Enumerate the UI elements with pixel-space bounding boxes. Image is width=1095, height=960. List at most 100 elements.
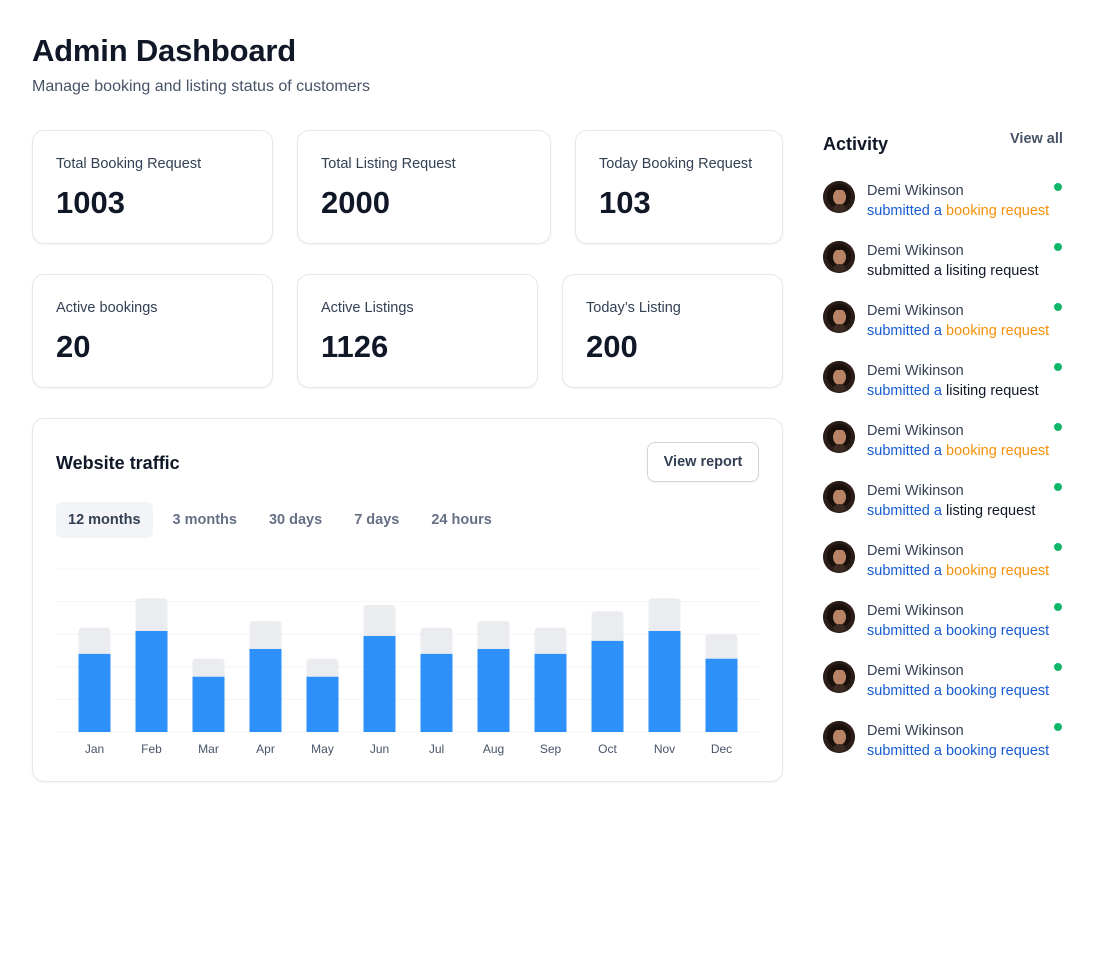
bar-secondary-dec <box>705 634 738 659</box>
bar-secondary-feb <box>135 598 168 631</box>
stat-label: Today Booking Request <box>599 156 753 172</box>
avatar <box>823 301 855 333</box>
activity-text-segment: submitted a booking request <box>867 623 1050 639</box>
activity-user-name: Demi Wikinson <box>867 663 964 679</box>
page-subtitle: Manage booking and listing status of cus… <box>32 78 370 95</box>
x-tick-label: Aug <box>483 742 504 756</box>
avatar <box>823 181 855 213</box>
activity-text-segment: listing request <box>946 503 1036 519</box>
activity-text-segment: submitted a booking request <box>867 683 1050 699</box>
tab-12-months[interactable]: 12 months <box>56 502 153 538</box>
stat-card-active-bookings: Active bookings 20 <box>32 274 273 388</box>
tab-30-days[interactable]: 30 days <box>257 502 334 538</box>
activity-description: submitted a booking request <box>867 443 1049 459</box>
stat-card-todays-listing: Today’s Listing 200 <box>562 274 783 388</box>
x-tick-label: Feb <box>141 742 162 756</box>
online-status-dot <box>1054 363 1062 371</box>
bar-secondary-sep <box>534 627 567 654</box>
activity-item[interactable]: Demi Wikinson submitted a booking request <box>823 601 1073 661</box>
activity-user-name: Demi Wikinson <box>867 543 964 559</box>
activity-item[interactable]: Demi Wikinson submitted a booking request <box>823 541 1073 601</box>
activity-item[interactable]: Demi Wikinson submitted a booking request <box>823 301 1073 361</box>
activity-text-segment: submitted a <box>867 443 946 459</box>
x-tick-label: Sep <box>540 742 562 756</box>
stat-value: 1003 <box>56 185 125 220</box>
x-tick-label: Apr <box>256 742 275 756</box>
stat-label: Total Listing Request <box>321 156 456 172</box>
view-all-link[interactable]: View all <box>1010 131 1063 147</box>
bar-secondary-may <box>306 658 339 677</box>
activity-item[interactable]: Demi Wikinson submitted a booking request <box>823 661 1073 721</box>
activity-user-name: Demi Wikinson <box>867 603 964 619</box>
activity-list: Demi Wikinson submitted a booking request… <box>823 181 1073 781</box>
online-status-dot <box>1054 243 1062 251</box>
activity-text-segment: booking request <box>946 563 1050 579</box>
activity-item[interactable]: Demi Wikinson submitted a lisiting reques… <box>823 241 1073 301</box>
x-tick-label: May <box>311 742 334 756</box>
activity-text-segment: submitted a booking request <box>867 743 1050 759</box>
activity-user-name: Demi Wikinson <box>867 723 964 739</box>
time-range-tabs: 12 months 3 months 30 days 7 days 24 hou… <box>56 502 512 538</box>
activity-user-name: Demi Wikinson <box>867 243 964 259</box>
bar-secondary-nov <box>648 598 681 631</box>
x-tick-label: Jan <box>85 742 104 756</box>
avatar <box>823 661 855 693</box>
stat-card-today-booking-request: Today Booking Request 103 <box>575 130 783 244</box>
online-status-dot <box>1054 423 1062 431</box>
activity-item[interactable]: Demi Wikinson submitted a listing request <box>823 481 1073 541</box>
bar-secondary-jul <box>420 627 453 654</box>
tab-24-hours[interactable]: 24 hours <box>419 502 503 538</box>
activity-text-segment: submitted a <box>867 203 946 219</box>
online-status-dot <box>1054 723 1062 731</box>
x-tick-label: Jun <box>370 742 389 756</box>
bar-primary-apr <box>249 648 282 732</box>
activity-item[interactable]: Demi Wikinson submitted a lisiting reques… <box>823 361 1073 421</box>
view-report-button[interactable]: View report <box>647 442 759 482</box>
online-status-dot <box>1054 483 1062 491</box>
tab-7-days[interactable]: 7 days <box>342 502 411 538</box>
activity-item[interactable]: Demi Wikinson submitted a booking request <box>823 721 1073 781</box>
activity-text-segment: submitted a <box>867 563 946 579</box>
avatar <box>823 421 855 453</box>
activity-user-name: Demi Wikinson <box>867 423 964 439</box>
tab-3-months[interactable]: 3 months <box>161 502 249 538</box>
x-tick-label: Nov <box>654 742 675 756</box>
bar-secondary-mar <box>192 658 225 677</box>
activity-item[interactable]: Demi Wikinson submitted a booking request <box>823 181 1073 241</box>
stat-label: Today’s Listing <box>586 300 681 316</box>
activity-text-segment: submitted a lisiting request <box>867 263 1039 279</box>
bar-primary-sep <box>534 653 567 732</box>
activity-title: Activity <box>823 134 889 154</box>
bar-primary-aug <box>477 648 510 732</box>
online-status-dot <box>1054 603 1062 611</box>
activity-text-segment: booking request <box>946 443 1050 459</box>
traffic-title: Website traffic <box>56 453 180 473</box>
avatar <box>823 601 855 633</box>
bar-primary-nov <box>648 630 681 732</box>
bar-secondary-jun <box>363 604 396 636</box>
stat-card-total-booking-request: Total Booking Request 1003 <box>32 130 273 244</box>
avatar <box>823 481 855 513</box>
stat-value: 2000 <box>321 185 390 220</box>
bar-secondary-aug <box>477 621 510 649</box>
activity-text-segment: submitted a <box>867 383 946 399</box>
page-title: Admin Dashboard <box>32 33 296 68</box>
x-tick-label: Oct <box>598 742 617 756</box>
activity-description: submitted a lisiting request <box>867 383 1039 399</box>
website-traffic-card: Website traffic View report 12 months 3 … <box>32 418 783 782</box>
activity-text-segment: lisiting request <box>946 383 1039 399</box>
activity-description: submitted a booking request <box>867 203 1049 219</box>
online-status-dot <box>1054 543 1062 551</box>
activity-text-segment: booking request <box>946 203 1050 219</box>
x-tick-label: Dec <box>711 742 732 756</box>
activity-text-segment: submitted a <box>867 503 946 519</box>
activity-user-name: Demi Wikinson <box>867 363 964 379</box>
bar-primary-oct <box>591 640 624 732</box>
online-status-dot <box>1054 303 1062 311</box>
activity-description: submitted a booking request <box>867 743 1049 759</box>
bar-secondary-jan <box>78 627 111 654</box>
activity-item[interactable]: Demi Wikinson submitted a booking request <box>823 421 1073 481</box>
stat-value: 1126 <box>321 329 389 364</box>
stat-card-active-listings: Active Listings 1126 <box>297 274 538 388</box>
activity-description: submitted a listing request <box>867 503 1035 519</box>
